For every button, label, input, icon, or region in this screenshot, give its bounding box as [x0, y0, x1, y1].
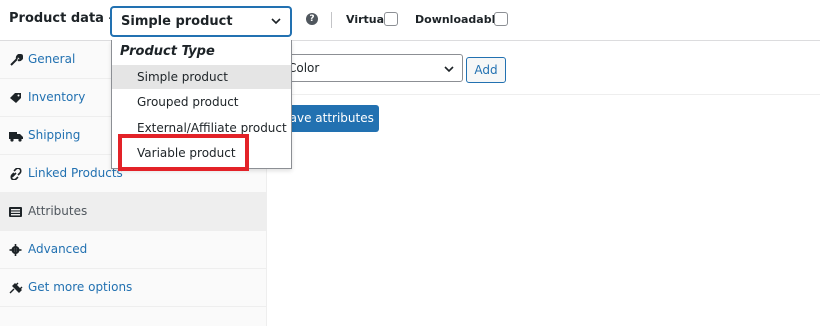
product-data-header: Product data — Simple product ? Virtual:… — [0, 0, 820, 41]
divider — [331, 12, 332, 28]
link-icon — [10, 168, 22, 180]
virtual-checkbox[interactable] — [384, 12, 398, 26]
product-type-select[interactable]: Simple product — [111, 7, 291, 36]
add-attribute-button[interactable]: Add — [466, 57, 506, 83]
list-icon — [9, 207, 22, 217]
attribute-select-value: Color — [288, 61, 320, 75]
help-icon[interactable]: ? — [306, 13, 318, 25]
tab-advanced[interactable]: Advanced — [0, 231, 266, 269]
tab-get-more-options-label: Get more options — [28, 280, 133, 294]
option-grouped-product[interactable]: Grouped product — [112, 90, 291, 114]
divider — [267, 94, 820, 95]
gear-icon — [9, 244, 22, 256]
attribute-select[interactable]: Color — [275, 54, 463, 82]
attributes-panel: Color Add Save attributes — [267, 41, 820, 326]
downloadable-checkbox[interactable] — [494, 12, 508, 26]
option-simple-product[interactable]: Simple product — [112, 65, 291, 89]
tab-inventory-label: Inventory — [28, 90, 86, 104]
tab-advanced-label: Advanced — [28, 242, 88, 256]
wrench-icon — [10, 54, 23, 66]
tag-icon — [10, 93, 21, 103]
product-data-title: Product data — — [9, 11, 122, 26]
truck-icon — [9, 132, 23, 142]
optgroup-label: Product Type — [120, 44, 215, 59]
plugin-icon — [9, 282, 23, 294]
highlight-box — [118, 134, 249, 171]
tab-attributes[interactable]: Attributes — [0, 193, 266, 231]
tab-shipping-label: Shipping — [28, 128, 81, 142]
tab-attributes-label: Attributes — [28, 204, 88, 218]
product-type-value: Simple product — [121, 14, 233, 29]
tab-general-label: General — [28, 52, 76, 66]
save-attributes-button[interactable]: Save attributes — [278, 105, 379, 132]
tab-linked-products-label: Linked Products — [28, 166, 123, 180]
tab-get-more-options[interactable]: Get more options — [0, 269, 266, 307]
chevron-down-icon — [271, 18, 281, 25]
chevron-down-icon — [444, 66, 454, 73]
